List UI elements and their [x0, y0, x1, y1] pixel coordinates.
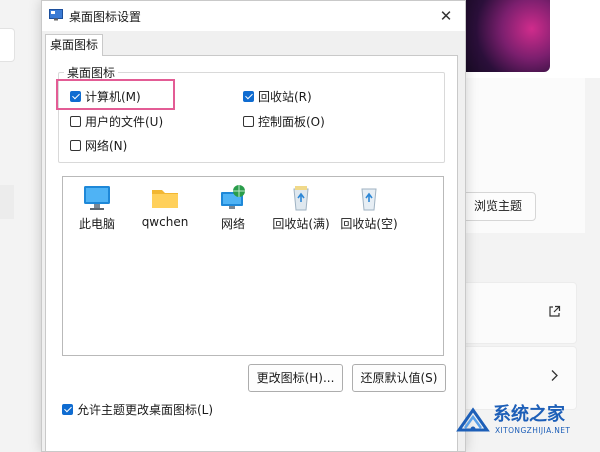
list-item-network[interactable]: 网络 — [199, 183, 267, 232]
checkbox-box[interactable] — [62, 403, 73, 415]
checkbox-recycle-bin[interactable]: 回收站(R) — [243, 88, 312, 104]
icon-label: qwchen — [141, 215, 189, 229]
browse-themes-button[interactable]: 浏览主题 — [460, 192, 536, 221]
checkbox-computer[interactable]: 计算机(M) — [70, 88, 141, 104]
checkbox-label: 回收站(R) — [258, 89, 312, 104]
checkbox-network[interactable]: 网络(N) — [70, 137, 127, 153]
restore-default-button[interactable]: 还原默认值(S) — [352, 364, 446, 392]
background-left-card — [0, 28, 15, 62]
watermark: 系统之家 XITONGZHIJIA.NET — [455, 398, 600, 450]
folder-icon — [152, 190, 178, 208]
icon-label: 网络 — [220, 217, 245, 231]
icon-label: 回收站(空) — [340, 217, 398, 231]
background-settings-row-1[interactable] — [455, 282, 577, 344]
recycle-bin-empty-icon — [361, 188, 377, 211]
checkbox-control-panel[interactable]: 控制面板(O) — [243, 113, 325, 129]
tab-desktop-icons[interactable]: 桌面图标 — [45, 34, 103, 56]
close-icon[interactable]: ✕ — [433, 3, 459, 29]
monitor-icon — [84, 186, 110, 210]
desktop-settings-icon — [49, 9, 63, 21]
checkbox-allow-themes[interactable]: 允许主题更改桌面图标(L) — [62, 401, 213, 417]
checkbox-label: 允许主题更改桌面图标(L) — [77, 402, 214, 417]
watermark-title: 系统之家 — [493, 404, 565, 425]
checkbox-user-files[interactable]: 用户的文件(U) — [70, 113, 163, 129]
dialog-title: 桌面图标设置 — [69, 10, 142, 24]
chevron-right-icon — [550, 369, 559, 386]
checkbox-box[interactable] — [70, 139, 81, 151]
open-external-icon — [548, 305, 561, 322]
checkbox-box[interactable] — [70, 115, 81, 127]
checkbox-box[interactable] — [243, 90, 254, 102]
checkbox-label: 网络(N) — [85, 138, 128, 153]
checkbox-label: 计算机(M) — [85, 89, 141, 104]
list-item-recycle-bin-full[interactable]: 回收站(满) — [267, 183, 335, 232]
checkbox-label: 用户的文件(U) — [85, 114, 164, 129]
network-globe-icon — [221, 185, 245, 209]
icon-label: 此电脑 — [78, 217, 115, 231]
icon-label: 回收站(满) — [272, 217, 330, 231]
checkbox-box[interactable] — [243, 115, 254, 127]
checkbox-box[interactable] — [70, 90, 81, 102]
theme-preview-image[interactable] — [458, 0, 550, 72]
title-bar[interactable]: 桌面图标设置 ✕ — [42, 1, 465, 31]
checkbox-label: 控制面板(O) — [258, 114, 325, 129]
list-item-recycle-bin-empty[interactable]: 回收站(空) — [335, 183, 403, 232]
desktop-icon-list[interactable]: 此电脑 qwchen 网络 回收站(满) 回收站(空) — [62, 176, 444, 356]
watermark-url: XITONGZHIJIA.NET — [495, 426, 571, 435]
change-icon-button[interactable]: 更改图标(H)... — [248, 364, 343, 392]
list-item-this-pc[interactable]: 此电脑 — [63, 183, 131, 232]
list-item-user-folder[interactable]: qwchen — [131, 183, 199, 229]
recycle-bin-full-icon — [293, 186, 309, 211]
background-left-card-2 — [0, 185, 14, 219]
watermark-logo-icon — [456, 407, 490, 432]
